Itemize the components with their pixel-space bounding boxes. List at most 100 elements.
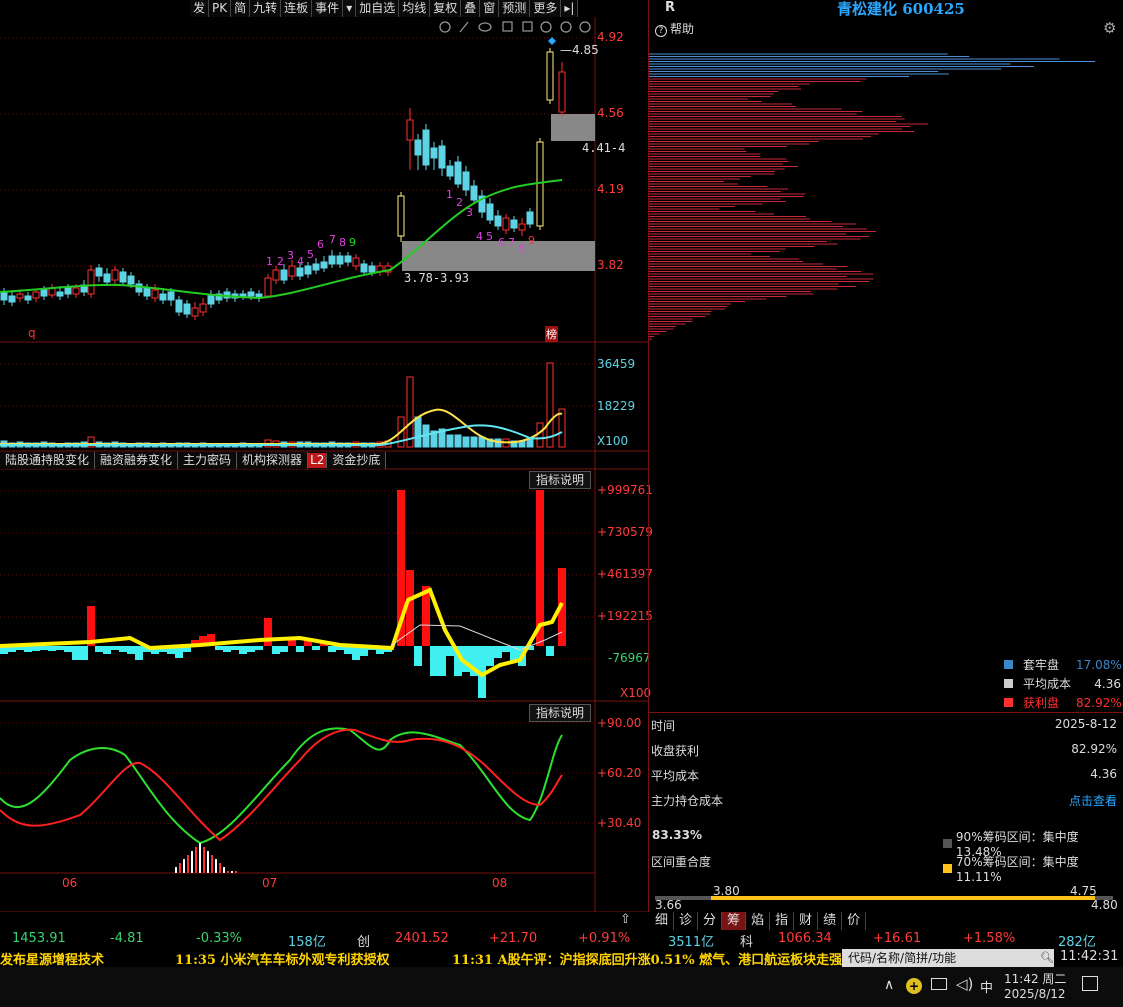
volume-bar (446, 434, 454, 448)
search-input[interactable]: 代码/名称/简拼/功能 (842, 949, 1054, 967)
taskbar-date[interactable]: 2025/8/12 (1004, 987, 1066, 1001)
search-icon[interactable]: 🔍︎ (1040, 951, 1054, 964)
notification-icon[interactable] (1082, 976, 1098, 991)
scroll-up-icon[interactable]: ⇧ (620, 912, 631, 927)
tab-main-code[interactable]: 主力密码 (178, 452, 238, 469)
marker-bang[interactable]: 榜 (545, 326, 558, 342)
settings-gear-icon[interactable]: ⚙ (1103, 19, 1116, 37)
range-70: 70%筹码区间：集中度11.11% (943, 853, 1123, 884)
scale-right: 4.80 (1091, 898, 1118, 912)
pen-icon[interactable] (459, 21, 469, 33)
news-ticker: 发布星源增程技术 11:35 小米汽车车标外观专利获授权 11:31 A股午评：… (0, 948, 842, 968)
candle-body (486, 203, 494, 221)
candle-body (40, 289, 48, 297)
kdj-tick: +60.20 (597, 766, 642, 780)
clock: 11:42:31 (1060, 949, 1119, 964)
tab-detail[interactable]: 细 (650, 912, 675, 930)
fund-bar (48, 646, 56, 651)
candle-body (344, 255, 352, 263)
tab-hk-holding[interactable]: 陆股通持股变化 (0, 452, 96, 469)
kc-amount: 282亿 (1058, 935, 1096, 950)
candle-body (462, 171, 470, 191)
fund-bar (103, 646, 111, 654)
volume-icon[interactable]: ◁) (956, 975, 973, 993)
candle-body (207, 295, 215, 305)
news-item[interactable]: 11:31 A股午评：沪指探底回升涨0.51% 燃气、港口航运板块走强 (452, 949, 842, 968)
l2-badge[interactable]: L2 (308, 453, 328, 468)
tab-index[interactable]: 指 (770, 912, 795, 930)
tab-performance[interactable]: 绩 (818, 912, 843, 930)
candle-body (368, 265, 376, 273)
diamond-marker-icon (548, 37, 556, 45)
help-link[interactable]: ? 帮助 (655, 20, 694, 37)
count-label: 8 (339, 236, 346, 249)
candle-body (0, 291, 8, 301)
fund-bar (352, 646, 360, 660)
ime-indicator[interactable]: 中 (980, 977, 993, 996)
news-item[interactable]: 发布星源增程技术 (0, 949, 104, 968)
tab-finance[interactable]: 财 (794, 912, 819, 930)
kc-change: +16.61 (873, 931, 922, 946)
price-tick: 4.19 (597, 182, 624, 196)
candle-body (288, 265, 296, 277)
grid-icon[interactable] (502, 21, 513, 32)
tab-diagnose[interactable]: 诊 (674, 912, 699, 930)
candle-body (312, 263, 320, 271)
candle-body (397, 195, 405, 237)
candle-body (470, 185, 478, 201)
fund-bar (64, 646, 72, 652)
candle-body (352, 257, 360, 267)
news-item[interactable]: 11:35 小米汽车车标外观专利获授权 (175, 949, 390, 968)
fund-bar (231, 646, 239, 650)
fund-bar (135, 646, 143, 660)
zoom-out-icon[interactable] (579, 21, 591, 33)
count-label: 5 (307, 248, 314, 261)
tab-price[interactable]: 价 (842, 912, 867, 930)
volume-bar (558, 408, 566, 448)
kdj-explain-button[interactable]: 指标说明 (529, 704, 592, 722)
count-label: 4 (297, 255, 304, 268)
fund-bar (255, 646, 263, 650)
fund-bar (247, 646, 255, 652)
network-icon[interactable] (931, 978, 947, 990)
tray-chevron-up-icon[interactable]: ∧ (884, 977, 894, 993)
chip-distribution-panel: R 青松建化 600425 ? 帮助 ⚙ 套牢盘 17.08% 平均成本 4.36 获… (648, 0, 1123, 912)
volume-ma-yellow (0, 408, 563, 445)
zoom-in-icon[interactable] (560, 21, 572, 33)
candle-body (95, 267, 103, 277)
fund-bar (239, 646, 247, 654)
taskbar-time[interactable]: 11:42 周二 (1004, 970, 1066, 987)
info-row-avg: 平均成本 4.36 (651, 767, 1117, 783)
fund-tick: +999761 (597, 483, 653, 497)
gear-icon[interactable] (439, 21, 451, 33)
tab-bottom-fishing[interactable]: 资金抄底 (327, 452, 387, 469)
fund-tick: +192215 (597, 609, 653, 623)
panel-icon[interactable] (522, 21, 533, 32)
tab-split[interactable]: 分 (698, 912, 723, 930)
tab-margin[interactable]: 融资融券变化 (95, 452, 179, 469)
eye-icon[interactable] (478, 22, 492, 32)
count-label: 1 (266, 255, 273, 268)
fund-bar (546, 646, 554, 656)
refresh-icon[interactable] (540, 21, 552, 33)
count-label: 2 (456, 196, 463, 209)
fund-bar (486, 646, 494, 666)
fund-bar (438, 646, 446, 676)
view-link[interactable]: 点击查看 (1069, 792, 1117, 809)
cy-value: 2401.52 (395, 931, 449, 946)
fund-bar (296, 646, 304, 652)
tray-app-icon[interactable]: + (906, 978, 922, 994)
cy-pct: +0.91% (578, 931, 631, 946)
info-row-time: 时间 2025-8-12 (651, 717, 1117, 733)
tab-flame[interactable]: 焰 (746, 912, 771, 930)
fund-bar (56, 646, 64, 650)
candle-body (526, 211, 534, 225)
candle-body (16, 293, 24, 299)
candle-body (239, 293, 247, 297)
tab-chips[interactable]: 筹 (722, 912, 747, 930)
fund-explain-button[interactable]: 指标说明 (529, 471, 592, 489)
kc-value: 1066.34 (778, 931, 832, 946)
overlap-label: 区间重合度 (651, 855, 712, 869)
tab-institution[interactable]: 机构探测器 (237, 452, 309, 469)
candle-body (159, 293, 167, 301)
